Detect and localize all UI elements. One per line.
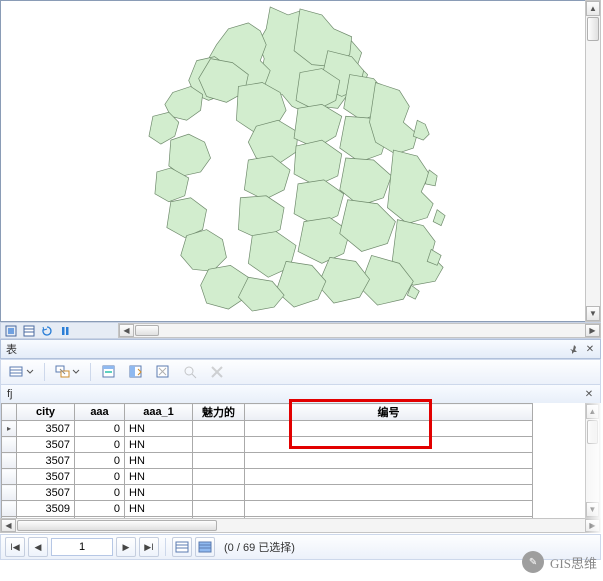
cell-aaa[interactable]: 0: [75, 469, 125, 485]
nav-first-button[interactable]: I◀: [5, 537, 25, 557]
cell-city[interactable]: 3507: [17, 421, 75, 437]
clear-selection-button[interactable]: [151, 362, 175, 382]
cell-bh[interactable]: [245, 453, 533, 469]
selection-status: (0 / 69 已选择): [224, 539, 295, 555]
column-header-city[interactable]: city: [17, 404, 75, 421]
cell-aaa[interactable]: 0: [75, 421, 125, 437]
cell-city[interactable]: 3507: [17, 437, 75, 453]
cell-ml[interactable]: [193, 421, 245, 437]
switch-selection-button[interactable]: [124, 362, 148, 382]
cell-ml[interactable]: [193, 453, 245, 469]
nav-last-button[interactable]: ▶I: [139, 537, 159, 557]
cell-ml[interactable]: [193, 469, 245, 485]
watermark: ✎ GIS思维: [522, 551, 597, 573]
table-options-button[interactable]: [5, 362, 38, 382]
show-all-records-button[interactable]: [172, 537, 192, 557]
related-tables-button[interactable]: [51, 362, 84, 382]
table-toolbar: [0, 359, 601, 385]
attribute-table[interactable]: city aaa aaa_1 魅力的 编号 ▸35070HN35070HN350…: [0, 403, 601, 533]
pause-icon[interactable]: [58, 324, 72, 338]
row-selector[interactable]: [2, 485, 17, 501]
select-by-attributes-button[interactable]: [97, 362, 121, 382]
nav-record-input[interactable]: [51, 538, 113, 556]
cell-city[interactable]: 3507: [17, 485, 75, 501]
map-view[interactable]: [0, 0, 601, 322]
cell-aaa[interactable]: 0: [75, 485, 125, 501]
show-selected-records-button[interactable]: [195, 537, 215, 557]
table-panel-title: 表: [6, 341, 17, 357]
cell-aaa1[interactable]: HN: [125, 421, 193, 437]
column-header-aaa[interactable]: aaa: [75, 404, 125, 421]
nav-prev-button[interactable]: ◀: [28, 537, 48, 557]
table-horizontal-scrollbar[interactable]: ◀▶: [0, 518, 601, 533]
cell-city[interactable]: 3507: [17, 469, 75, 485]
table-row[interactable]: ▸35070HN: [2, 421, 533, 437]
cell-aaa1[interactable]: HN: [125, 501, 193, 517]
cell-bh[interactable]: [245, 437, 533, 453]
source-view-icon[interactable]: [22, 324, 36, 338]
cell-aaa1[interactable]: HN: [125, 453, 193, 469]
cell-bh[interactable]: [245, 421, 533, 437]
layer-tab-close-icon[interactable]: ✕: [582, 387, 596, 401]
panel-close-icon[interactable]: ✕: [583, 342, 597, 356]
pin-icon[interactable]: [567, 342, 581, 356]
watermark-icon: ✎: [522, 551, 544, 573]
cell-bh[interactable]: [245, 485, 533, 501]
table-row[interactable]: 35070HN: [2, 485, 533, 501]
row-header-corner[interactable]: [2, 404, 17, 421]
row-selector[interactable]: [2, 469, 17, 485]
map-canvas: [1, 1, 600, 321]
cell-aaa1[interactable]: HN: [125, 437, 193, 453]
row-selector[interactable]: [2, 437, 17, 453]
cell-ml[interactable]: [193, 437, 245, 453]
table-vertical-scrollbar[interactable]: ▲▼: [585, 403, 600, 518]
zoom-selection-button[interactable]: [178, 362, 202, 382]
record-navigator: I◀ ◀ ▶ ▶I (0 / 69 已选择): [0, 534, 601, 560]
table-row[interactable]: 35090HN: [2, 501, 533, 517]
watermark-text: GIS思维: [550, 553, 597, 572]
layer-tab-bar: fj ✕: [0, 385, 601, 403]
cell-aaa[interactable]: 0: [75, 501, 125, 517]
table-row[interactable]: 35070HN: [2, 453, 533, 469]
cell-bh[interactable]: [245, 501, 533, 517]
cell-aaa[interactable]: 0: [75, 453, 125, 469]
refresh-icon[interactable]: [40, 324, 54, 338]
cell-city[interactable]: 3507: [17, 453, 75, 469]
column-header-aaa1[interactable]: aaa_1: [125, 404, 193, 421]
cell-city[interactable]: 3509: [17, 501, 75, 517]
cell-ml[interactable]: [193, 501, 245, 517]
cell-ml[interactable]: [193, 485, 245, 501]
table-row[interactable]: 35070HN: [2, 437, 533, 453]
cell-aaa1[interactable]: HN: [125, 469, 193, 485]
row-selector[interactable]: [2, 501, 17, 517]
row-selector[interactable]: [2, 453, 17, 469]
table-panel-header: 表 ✕: [0, 339, 601, 359]
column-header-bh[interactable]: 编号: [245, 404, 533, 421]
table-row[interactable]: 35070HN: [2, 469, 533, 485]
display-view-icon[interactable]: [4, 324, 18, 338]
nav-next-button[interactable]: ▶: [116, 537, 136, 557]
map-vertical-scrollbar[interactable]: ▲▼: [585, 0, 601, 322]
column-header-ml[interactable]: 魅力的: [193, 404, 245, 421]
cell-aaa[interactable]: 0: [75, 437, 125, 453]
row-selector[interactable]: ▸: [2, 421, 17, 437]
layer-tab-label[interactable]: fj: [7, 388, 13, 400]
cell-bh[interactable]: [245, 469, 533, 485]
delete-selection-button[interactable]: [205, 362, 229, 382]
map-horizontal-scrollbar[interactable]: ◀▶: [118, 323, 601, 338]
cell-aaa1[interactable]: HN: [125, 485, 193, 501]
